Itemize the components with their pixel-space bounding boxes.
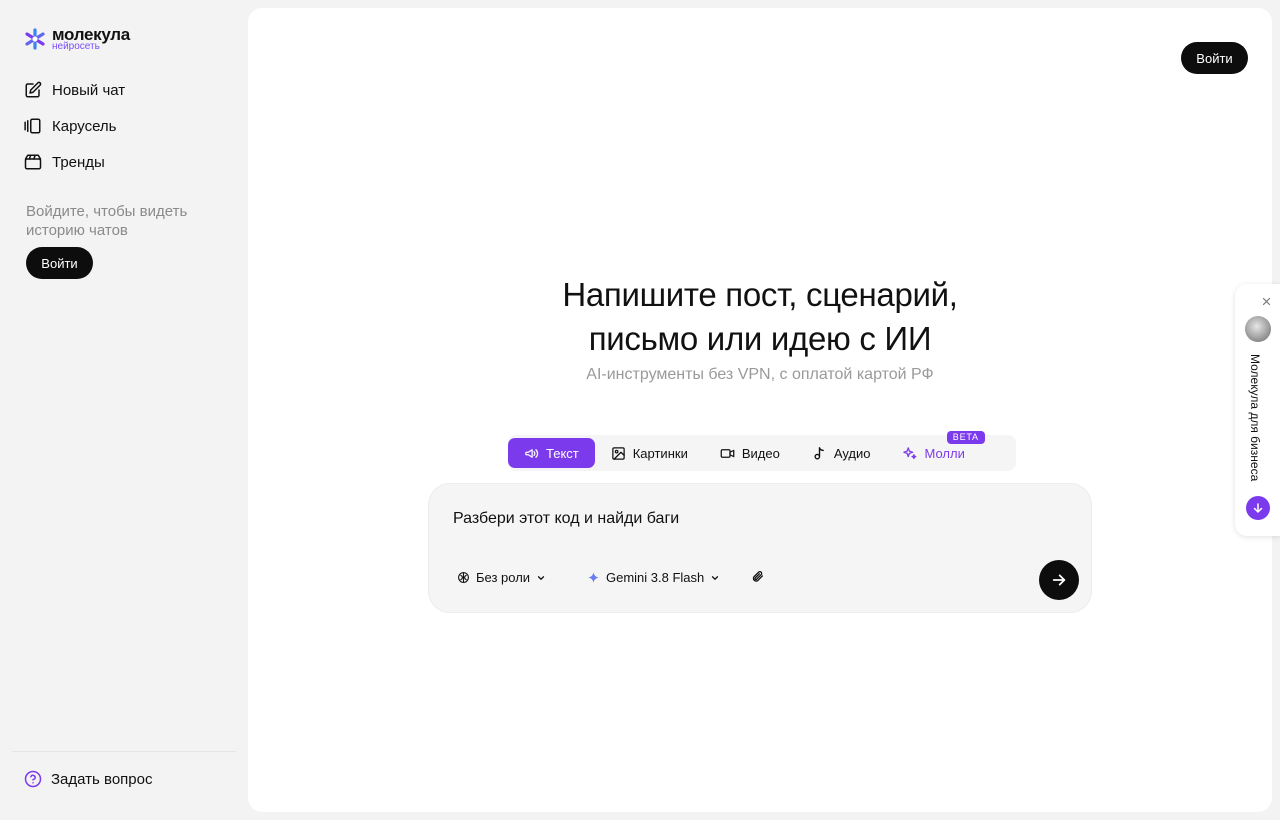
hero-subtitle: AI-инструменты без VPN, с оплатой картой… [586, 366, 934, 383]
promo-avatar [1245, 316, 1271, 342]
hero-title-line1: Напишите пост, сценарий, [562, 276, 958, 313]
header-login-button[interactable]: Войти [1181, 42, 1248, 74]
arrow-down-icon [1253, 503, 1263, 513]
mode-tabs: Текст Картинки Видео Аудио Молли BETA [508, 431, 1016, 471]
hero-title: Напишите пост, сценарий, письмо или идею… [248, 273, 1272, 361]
sidebar-login-button[interactable]: Войти [26, 247, 93, 279]
promo-download-button[interactable] [1246, 496, 1270, 520]
tab-molly[interactable]: Молли BETA [886, 431, 985, 468]
megaphone-icon [525, 448, 539, 458]
sidebar-item-label: Карусель [52, 117, 117, 135]
arrow-right-icon [1052, 574, 1066, 586]
close-icon [1262, 297, 1270, 305]
sidebar-item-trends[interactable]: Тренды [24, 150, 125, 174]
model-select-label: Gemini 3.8 Flash [606, 570, 705, 585]
tab-label: Аудио [833, 445, 871, 461]
brand-subtitle: нейросеть [52, 41, 100, 52]
ask-question-label: Задать вопрос [51, 770, 153, 788]
chevron-down-icon [712, 575, 719, 580]
tab-video[interactable]: Видео [704, 438, 796, 468]
tab-label: Видео [741, 445, 780, 461]
edit-icon [25, 81, 42, 98]
role-icon [458, 572, 469, 583]
send-button[interactable] [1039, 560, 1079, 600]
paperclip-icon [752, 571, 764, 582]
composer: Без роли Gemini 3.8 Flash [428, 483, 1092, 613]
sidebar-nav: Новый чат Карусель Тренды [24, 78, 125, 174]
prompt-input[interactable] [453, 510, 1013, 528]
tab-audio[interactable]: Аудио [796, 438, 887, 468]
promo-close-button[interactable] [1257, 292, 1275, 310]
divider [12, 751, 236, 752]
beta-badge: BETA [946, 431, 985, 444]
help-circle-icon [24, 770, 42, 788]
logo[interactable]: молекула нейросеть [24, 26, 130, 52]
sidebar: молекула нейросеть Новый чат Карусель Тр… [0, 0, 248, 820]
tab-label: Текст [546, 445, 579, 461]
tab-images[interactable]: Картинки [595, 438, 704, 468]
video-icon [720, 448, 735, 458]
tab-label: Молли [924, 445, 965, 461]
main-panel: Войти Напишите пост, сценарий, письмо ил… [248, 8, 1272, 812]
role-select-label: Без роли [476, 570, 531, 585]
sparkles-icon [903, 446, 917, 459]
trends-icon [24, 154, 42, 170]
sidebar-item-label: Тренды [52, 153, 105, 171]
molecule-logo-icon [25, 28, 45, 50]
music-note-icon [814, 446, 824, 459]
chevron-down-icon [537, 575, 545, 580]
image-icon [611, 446, 625, 460]
sidebar-item-carousel[interactable]: Карусель [24, 114, 125, 138]
model-select[interactable]: Gemini 3.8 Flash [587, 570, 720, 585]
tab-label: Картинки [632, 445, 688, 461]
hero-title-line2: письмо или идею с ИИ [588, 320, 932, 357]
carousel-icon [24, 118, 41, 134]
tab-text[interactable]: Текст [508, 438, 595, 468]
sidebar-item-label: Новый чат [52, 81, 126, 99]
sidebar-item-new-chat[interactable]: Новый чат [24, 78, 125, 102]
promo-label: Молекула для бизнеса [1248, 354, 1262, 482]
gemini-sparkle-icon [588, 572, 599, 583]
business-promo-widget[interactable]: Молекула для бизнеса [1235, 284, 1280, 536]
attach-button[interactable] [751, 570, 764, 583]
login-hint: Войдите, чтобы видеть историю чатов [26, 203, 188, 239]
role-select[interactable]: Без роли [457, 570, 546, 585]
ask-question-button[interactable]: Задать вопрос [24, 770, 152, 788]
